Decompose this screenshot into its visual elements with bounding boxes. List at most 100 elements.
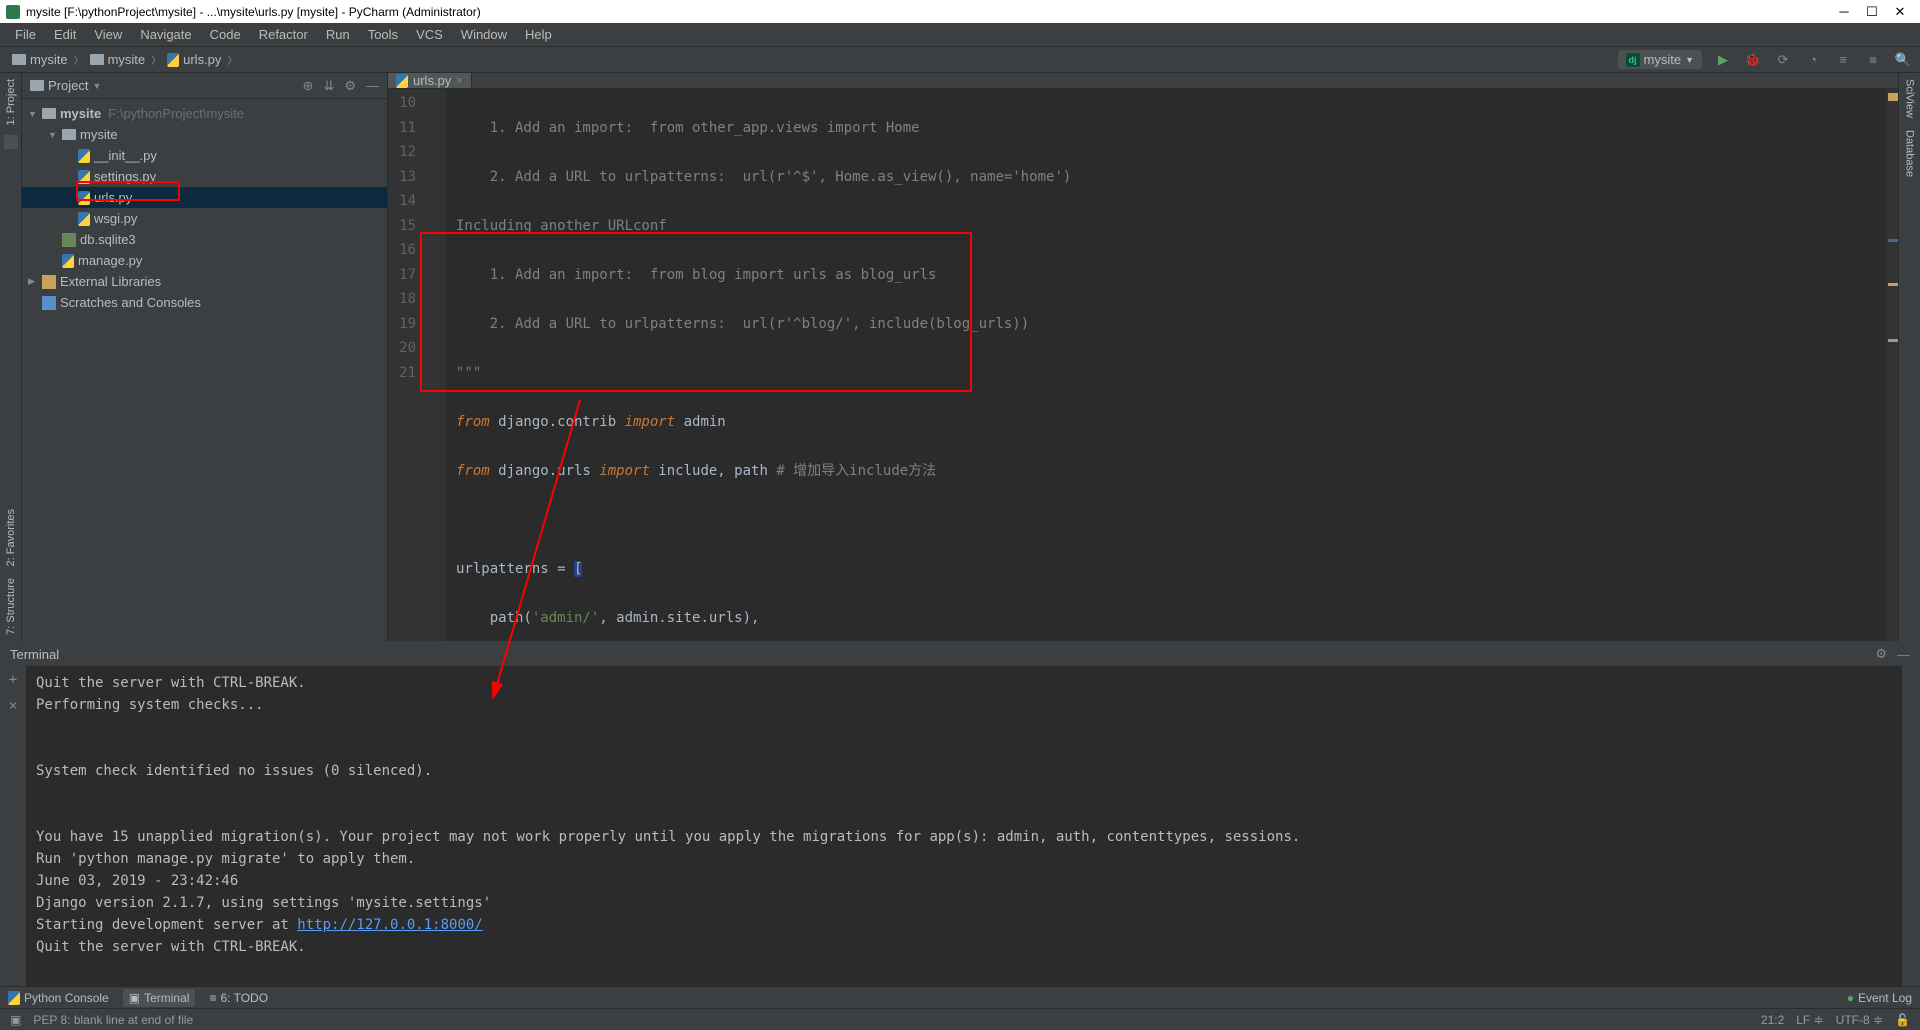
menu-file[interactable]: File — [6, 27, 45, 42]
python-icon — [396, 74, 408, 88]
tab-project[interactable]: 1: Project — [3, 73, 19, 131]
menu-code[interactable]: Code — [201, 27, 250, 42]
tw-event-log[interactable]: ●Event Log — [1847, 991, 1912, 1005]
project-tree: ▼mysiteF:\pythonProject\mysite ▼mysite _… — [22, 99, 387, 641]
tree-file-wsgi[interactable]: wsgi.py — [22, 208, 387, 229]
tab-structure[interactable]: 7: Structure — [3, 572, 19, 641]
close-icon[interactable]: × — [9, 698, 17, 714]
terminal-title: Terminal — [10, 647, 59, 662]
tab-favorites[interactable]: 2: Favorites — [3, 503, 19, 572]
breadcrumb-root[interactable]: mysite — [8, 52, 72, 67]
tree-file-manage[interactable]: manage.py — [22, 250, 387, 271]
chevron-down-icon: ▼ — [1685, 55, 1694, 65]
library-icon — [42, 275, 56, 289]
terminal-panel: Terminal ⚙ — + × Quit the server with CT… — [0, 641, 1920, 986]
code-editor[interactable]: 101112 131415 161718 192021 1. Add an im… — [388, 89, 1898, 641]
chevron-down-icon[interactable]: ▼ — [92, 81, 101, 91]
run-coverage-button[interactable]: ⟳ — [1774, 51, 1792, 69]
locate-icon[interactable]: ⊕ — [303, 78, 314, 94]
add-icon[interactable]: + — [9, 672, 17, 688]
terminal-scrollbar[interactable] — [1902, 666, 1920, 986]
folder-icon — [62, 129, 76, 140]
tw-python-console[interactable]: Python Console — [8, 991, 109, 1005]
tool-window-bar: Python Console ▣Terminal ≡6: TODO ●Event… — [0, 986, 1920, 1008]
scratches-icon — [42, 296, 56, 310]
run-button[interactable]: ▶ — [1714, 51, 1732, 69]
terminal-header: Terminal ⚙ — — [0, 642, 1920, 666]
editor-markers — [1886, 89, 1898, 641]
tab-database[interactable]: Database — [1902, 124, 1918, 183]
close-icon[interactable]: × — [456, 75, 462, 87]
editor-area: urls.py × 101112 131415 161718 192021 1.… — [388, 73, 1898, 641]
stop-button[interactable]: ■ — [1864, 51, 1882, 69]
tree-libs[interactable]: ▶External Libraries — [22, 271, 387, 292]
status-icon: ▣ — [10, 1013, 21, 1027]
breadcrumb-file[interactable]: urls.py — [163, 52, 225, 67]
close-button[interactable]: ✕ — [1886, 4, 1914, 20]
navigation-bar: mysite 〉 mysite 〉 urls.py 〉 dj mysite ▼ … — [0, 47, 1920, 73]
status-lock-icon[interactable]: 🔓 — [1895, 1013, 1910, 1027]
tab-sciview[interactable]: SciView — [1902, 73, 1918, 124]
status-bar: ▣ PEP 8: blank line at end of file 21:2 … — [0, 1008, 1920, 1030]
search-button[interactable]: 🔍 — [1894, 51, 1912, 69]
gear-icon[interactable]: ⚙ — [1875, 646, 1887, 662]
python-icon — [78, 170, 90, 184]
attach-button[interactable]: ≡ — [1834, 51, 1852, 69]
tree-folder[interactable]: ▼mysite — [22, 124, 387, 145]
terminal-icon: ▣ — [129, 991, 140, 1005]
tree-file-db[interactable]: db.sqlite3 — [22, 229, 387, 250]
window-title: mysite [F:\pythonProject\mysite] - ...\m… — [26, 5, 481, 19]
maximize-button[interactable]: ☐ — [1858, 4, 1886, 20]
hide-icon[interactable]: — — [1897, 647, 1910, 662]
tree-root[interactable]: ▼mysiteF:\pythonProject\mysite — [22, 103, 387, 124]
breadcrumb-folder[interactable]: mysite — [86, 52, 150, 67]
editor-tab-urls[interactable]: urls.py × — [388, 73, 472, 88]
title-bar: mysite [F:\pythonProject\mysite] - ...\m… — [0, 0, 1920, 23]
tw-terminal[interactable]: ▣Terminal — [123, 989, 196, 1007]
tw-todo[interactable]: ≡6: TODO — [209, 991, 268, 1005]
project-panel: Project ▼ ⊕ ⇊ ⚙ — ▼mysiteF:\pythonProjec… — [22, 73, 388, 641]
pycharm-icon — [6, 5, 20, 19]
menu-navigate[interactable]: Navigate — [131, 27, 200, 42]
python-icon — [167, 53, 179, 67]
chevron-icon: 〉 — [72, 52, 86, 67]
folder-icon — [12, 54, 26, 65]
hide-icon[interactable]: — — [366, 78, 379, 94]
menu-view[interactable]: View — [85, 27, 131, 42]
debug-button[interactable]: 🐞 — [1744, 51, 1762, 69]
menu-refactor[interactable]: Refactor — [250, 27, 317, 42]
code-content[interactable]: 1. Add an import: from other_app.views i… — [446, 89, 1886, 641]
tree-file-urls[interactable]: urls.py — [22, 187, 387, 208]
chevron-icon: 〉 — [225, 52, 239, 67]
todo-icon: ≡ — [209, 991, 216, 1005]
menu-edit[interactable]: Edit — [45, 27, 85, 42]
python-icon — [78, 149, 90, 163]
python-icon — [62, 254, 74, 268]
collapse-icon[interactable]: ⇊ — [323, 78, 334, 94]
project-panel-header: Project ▼ ⊕ ⇊ ⚙ — — [22, 73, 387, 99]
menu-run[interactable]: Run — [317, 27, 359, 42]
profile-button[interactable]: ◔ — [1804, 51, 1822, 69]
python-icon — [78, 212, 90, 226]
minimize-button[interactable]: ─ — [1830, 4, 1858, 19]
python-icon — [8, 991, 20, 1005]
status-encoding[interactable]: UTF-8 ≑ — [1836, 1013, 1883, 1027]
tree-file-init[interactable]: __init__.py — [22, 145, 387, 166]
terminal-output[interactable]: Quit the server with CTRL-BREAK. Perform… — [26, 666, 1902, 986]
tree-scratches[interactable]: Scratches and Consoles — [22, 292, 387, 313]
gear-icon[interactable]: ⚙ — [344, 78, 356, 94]
menu-window[interactable]: Window — [452, 27, 516, 42]
status-message: PEP 8: blank line at end of file — [33, 1013, 193, 1027]
folder-icon — [90, 54, 104, 65]
chevron-icon: 〉 — [149, 52, 163, 67]
server-url-link[interactable]: http://127.0.0.1:8000/ — [297, 917, 482, 933]
menu-help[interactable]: Help — [516, 27, 561, 42]
folder-icon — [42, 108, 56, 119]
status-caret-pos[interactable]: 21:2 — [1761, 1013, 1784, 1027]
tree-file-settings[interactable]: settings.py — [22, 166, 387, 187]
status-line-ending[interactable]: LF ≑ — [1796, 1013, 1823, 1027]
tool-square-icon[interactable] — [4, 135, 18, 149]
menu-tools[interactable]: Tools — [359, 27, 407, 42]
menu-vcs[interactable]: VCS — [407, 27, 452, 42]
run-configuration[interactable]: dj mysite ▼ — [1618, 50, 1702, 69]
